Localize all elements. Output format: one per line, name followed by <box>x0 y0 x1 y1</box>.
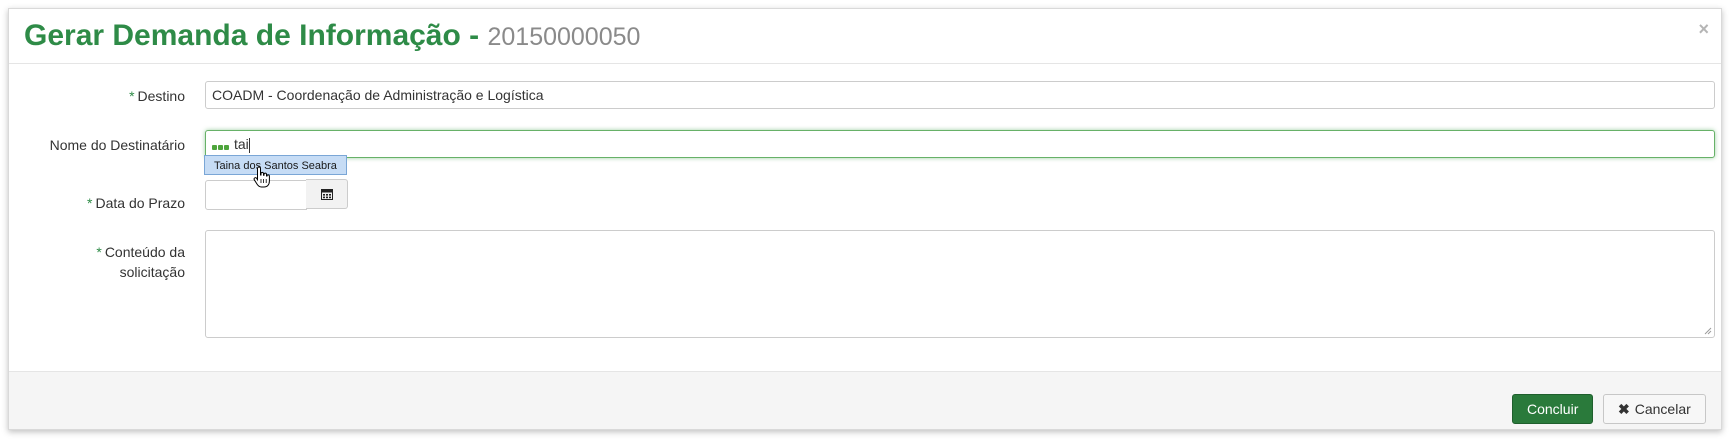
modal-header: Gerar Demanda de Informação - 2015000005… <box>9 9 1721 64</box>
cancelar-button[interactable]: ✖ Cancelar <box>1603 394 1706 424</box>
close-button[interactable]: × <box>1698 19 1709 40</box>
required-marker: * <box>96 244 102 260</box>
destino-label-text: Destino <box>137 88 185 104</box>
required-marker: * <box>129 88 135 104</box>
suggestion-text: Taina dos Santos Seabra <box>214 160 337 172</box>
conteudo-label-line1: Conteúdo da <box>104 244 185 260</box>
hand-cursor-icon <box>253 166 270 188</box>
destinatario-label-text: Nome do Destinatário <box>49 137 185 153</box>
prazo-label: * Data do Prazo <box>9 193 185 213</box>
destino-label: * Destino <box>9 86 185 106</box>
destino-field[interactable]: COADM - Coordenação de Administração e L… <box>205 81 1715 109</box>
modal-title-text: Gerar Demanda de Informação - <box>24 19 488 52</box>
conteudo-label-line2: solicitação <box>119 264 185 280</box>
prazo-label-text: Data do Prazo <box>95 195 186 211</box>
times-icon: ✖ <box>1618 401 1630 417</box>
close-icon: × <box>1698 19 1709 39</box>
generate-request-modal: Gerar Demanda de Informação - 2015000005… <box>8 8 1722 430</box>
modal-title: Gerar Demanda de Informação - 2015000005… <box>24 19 640 53</box>
autocomplete-suggestion[interactable]: Taina dos Santos Seabra <box>204 155 347 175</box>
destinatario-label: Nome do Destinatário <box>9 135 185 155</box>
destinatario-value: tai <box>234 136 249 152</box>
conteudo-label: * Conteúdo da solicitação <box>9 242 185 282</box>
destino-value: COADM - Coordenação de Administração e L… <box>212 87 544 103</box>
cancelar-label: Cancelar <box>1634 401 1691 417</box>
conteudo-textarea[interactable] <box>205 230 1715 338</box>
required-marker: * <box>87 195 93 211</box>
modal-footer: Concluir ✖ Cancelar <box>9 371 1721 429</box>
concluir-button[interactable]: Concluir <box>1512 394 1594 424</box>
text-cursor <box>248 137 250 153</box>
request-number: 20150000050 <box>487 23 641 51</box>
concluir-label: Concluir <box>1527 401 1579 417</box>
calendar-button[interactable] <box>306 179 348 209</box>
resize-handle-icon[interactable] <box>1704 327 1712 335</box>
destinatario-input[interactable]: tai <box>205 130 1715 158</box>
calendar-icon <box>320 189 333 200</box>
